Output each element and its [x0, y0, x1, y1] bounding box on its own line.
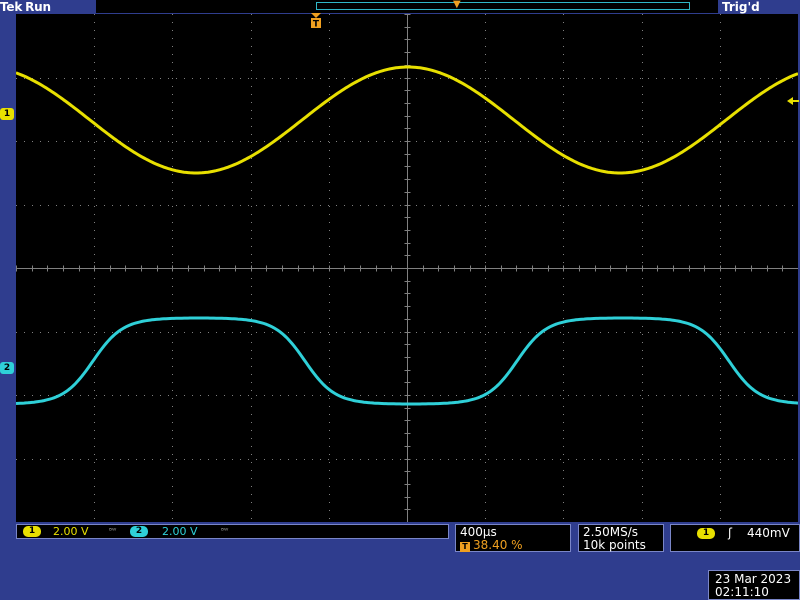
trigger-marker-label: T — [313, 20, 320, 30]
channel-scale-bar: 1 2.00 V ᴮᵂ 2 2.00 V ᴮᵂ — [16, 524, 449, 539]
record-view-strip: ▼ — [96, 0, 718, 13]
brand-text: Tek — [0, 0, 23, 14]
graticule — [16, 14, 798, 522]
rising-edge-icon: ʃ — [728, 526, 733, 540]
record-view-bar[interactable] — [316, 2, 690, 10]
ch2-chip[interactable]: 2 — [130, 526, 148, 537]
waveform-display[interactable] — [16, 14, 798, 522]
trigger-level-arrow-icon[interactable] — [787, 96, 799, 106]
graticule-and-waveforms — [16, 14, 798, 522]
bandwidth-limit-icon: ᴮᵂ — [109, 527, 117, 535]
time: 02:11:10 — [715, 585, 769, 599]
ch2-scale[interactable]: 2.00 V — [162, 525, 198, 538]
trigger-position-readout: T 38.40 % — [460, 538, 523, 552]
record-trigger-icon: ▼ — [453, 0, 461, 10]
trigger-position-value: 38.40 % — [473, 538, 523, 552]
status-header: Tek Run ▼ Trig'd — [0, 0, 800, 14]
trigger-level: 440mV — [747, 526, 790, 540]
trigger-position-marker[interactable]: T — [309, 13, 323, 29]
horizontal-readout[interactable]: 400µs T 38.40 % — [455, 524, 571, 552]
record-length: 10k points — [583, 538, 646, 552]
trigger-status: Trig'd — [722, 0, 760, 14]
acquisition-readout[interactable]: 2.50MS/s 10k points — [578, 524, 664, 552]
ch1-chip[interactable]: 1 — [23, 526, 41, 537]
date: 23 Mar 2023 — [715, 572, 792, 586]
ch1-scale[interactable]: 2.00 V — [53, 525, 89, 538]
horizontal-scale: 400µs — [460, 525, 497, 539]
bandwidth-limit-icon: ᴮᵂ — [221, 527, 229, 535]
ch2-ground-marker[interactable]: 2 — [0, 362, 14, 374]
ch1-ground-marker[interactable]: 1 — [0, 108, 14, 120]
acquisition-state: Run — [25, 0, 51, 14]
trigger-readout[interactable]: 1 ʃ 440mV — [670, 524, 800, 552]
sample-rate: 2.50MS/s — [583, 525, 638, 539]
brand-logo: Tek Run — [0, 0, 51, 14]
datetime-readout: 23 Mar 2023 02:11:10 — [708, 570, 800, 600]
trigger-source-chip: 1 — [697, 528, 715, 539]
trigger-position-icon: T — [460, 542, 470, 552]
